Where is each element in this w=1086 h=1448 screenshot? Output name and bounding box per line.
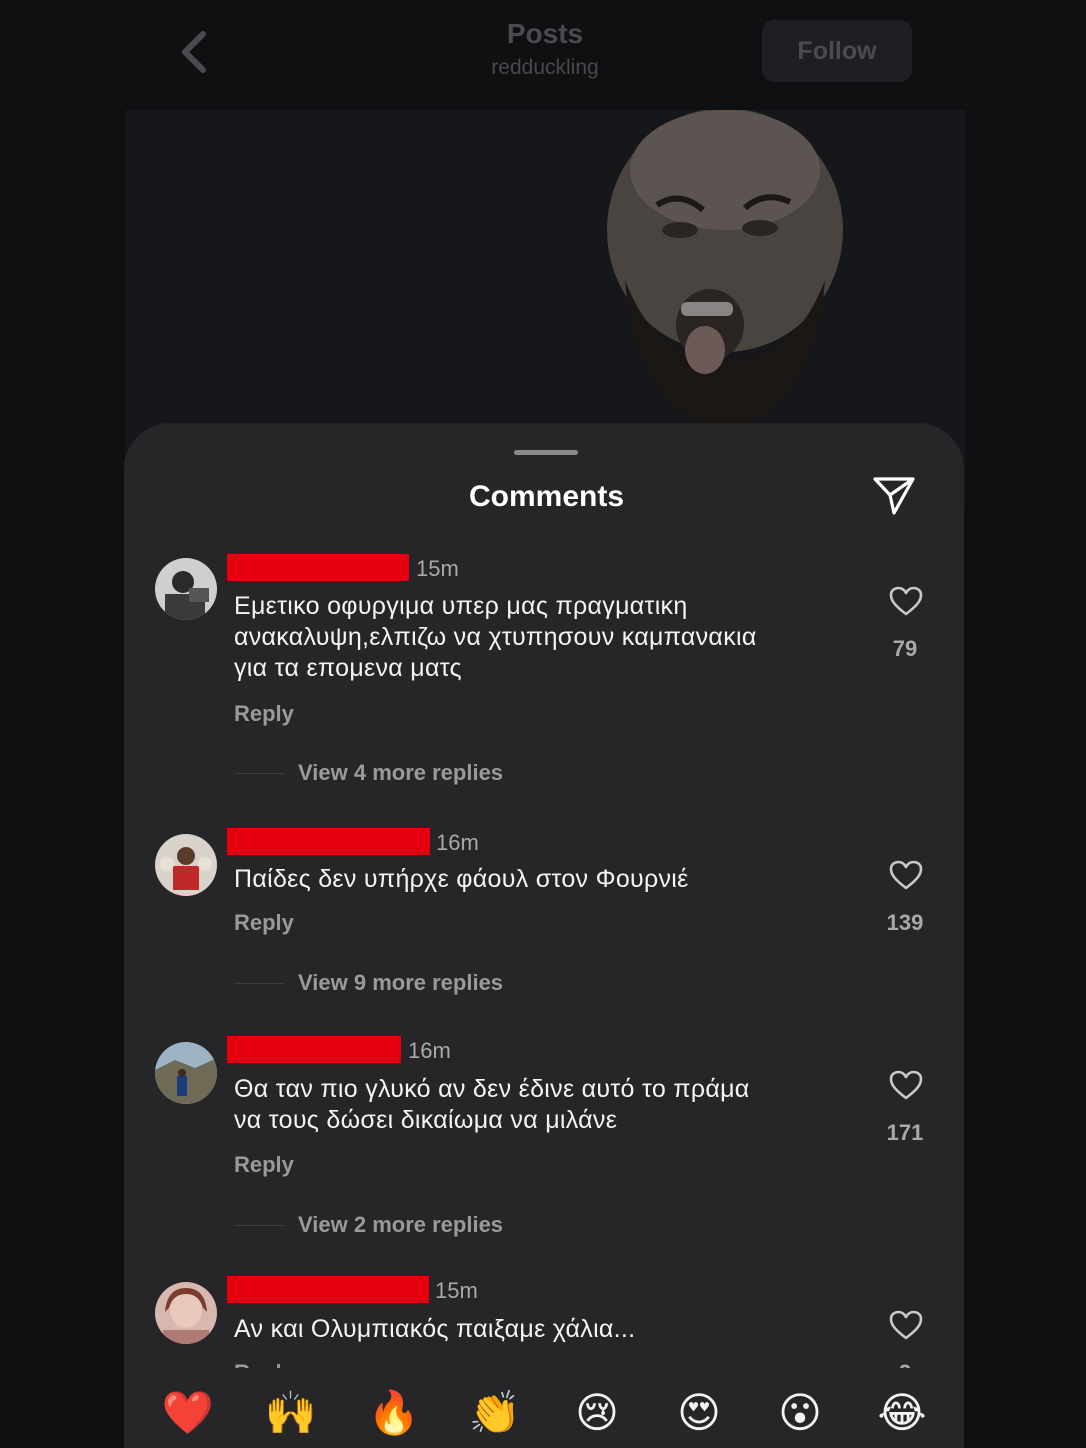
emoji-fire-button[interactable]: 🔥 bbox=[364, 1383, 424, 1443]
send-icon[interactable] bbox=[872, 475, 916, 517]
heart-icon[interactable] bbox=[888, 585, 924, 617]
player-photo bbox=[607, 110, 843, 430]
follow-button[interactable]: Follow bbox=[762, 20, 912, 82]
reply-button[interactable]: Reply bbox=[234, 910, 294, 936]
screen: Posts redduckling Follow Comments 15m Εμ… bbox=[0, 0, 1086, 1448]
comment-time: 15m bbox=[435, 1278, 478, 1303]
reply-button[interactable]: Reply bbox=[234, 1152, 294, 1178]
emoji-heart-eyes-button[interactable]: 😍 bbox=[669, 1383, 729, 1443]
avatar[interactable] bbox=[155, 1282, 217, 1344]
emoji-clap-button[interactable]: 👏 bbox=[465, 1383, 525, 1443]
redacted-username[interactable] bbox=[227, 1036, 401, 1063]
like-count: 139 bbox=[886, 910, 924, 935]
emoji-heart-button[interactable]: ❤️ bbox=[158, 1383, 218, 1443]
like-count: 171 bbox=[886, 1120, 924, 1145]
sheet-grabber[interactable] bbox=[514, 450, 578, 455]
comment-list[interactable]: 15m Εμετικο οφυργιμα υπερ μας πραγματικη… bbox=[124, 538, 964, 1368]
comment-time: 16m bbox=[436, 830, 479, 855]
heart-icon[interactable] bbox=[888, 859, 924, 891]
comment-time: 16m bbox=[408, 1038, 451, 1063]
view-more-replies-button[interactable]: View 2 more replies bbox=[298, 1212, 503, 1238]
avatar[interactable] bbox=[155, 834, 217, 896]
emoji-quick-reactions: ❤️ 🙌 🔥 👏 😢 😍 😮 😂 bbox=[124, 1383, 964, 1448]
heart-icon[interactable] bbox=[888, 1069, 924, 1101]
redacted-username[interactable] bbox=[227, 1276, 429, 1303]
emoji-surprised-button[interactable]: 😮 bbox=[770, 1383, 830, 1443]
redacted-username[interactable] bbox=[227, 828, 430, 855]
comment-time: 15m bbox=[416, 556, 459, 581]
replies-divider bbox=[234, 1225, 284, 1226]
replies-divider bbox=[234, 773, 284, 774]
redacted-username[interactable] bbox=[227, 554, 409, 581]
emoji-crying-button[interactable]: 😢 bbox=[567, 1383, 627, 1443]
view-more-replies-button[interactable]: View 4 more replies bbox=[298, 760, 503, 786]
sheet-title: Comments bbox=[468, 480, 625, 513]
avatar[interactable] bbox=[155, 1042, 217, 1104]
avatar[interactable] bbox=[155, 558, 217, 620]
comment-text: Αν και Ολυμπιακός παιξαμε χάλια... bbox=[234, 1315, 636, 1343]
reply-button[interactable]: Reply bbox=[234, 1360, 294, 1368]
emoji-laughing-button[interactable]: 😂 bbox=[872, 1383, 932, 1443]
emoji-raised-hands-button[interactable]: 🙌 bbox=[261, 1383, 321, 1443]
comment-text: Παίδες δεν υπήρχε φάουλ στον Φουρνιέ bbox=[234, 865, 689, 893]
comment-text: Θα ταν πιο γλυκό αν δεν έδινε αυτό το πρ… bbox=[234, 1075, 750, 1134]
reply-button[interactable]: Reply bbox=[234, 701, 294, 727]
like-count: 79 bbox=[892, 636, 918, 661]
view-more-replies-button[interactable]: View 9 more replies bbox=[298, 970, 503, 996]
like-count: 2 bbox=[854, 1360, 956, 1368]
replies-divider bbox=[234, 983, 284, 984]
comments-sheet: Comments 15m Εμετικο οφυργιμα υπερ μας π… bbox=[124, 423, 964, 1448]
top-bar: Posts redduckling Follow bbox=[125, 0, 965, 110]
comment-text: Εμετικο οφυργιμα υπερ μας πραγματικη ανα… bbox=[234, 592, 757, 682]
heart-icon[interactable] bbox=[888, 1309, 924, 1341]
